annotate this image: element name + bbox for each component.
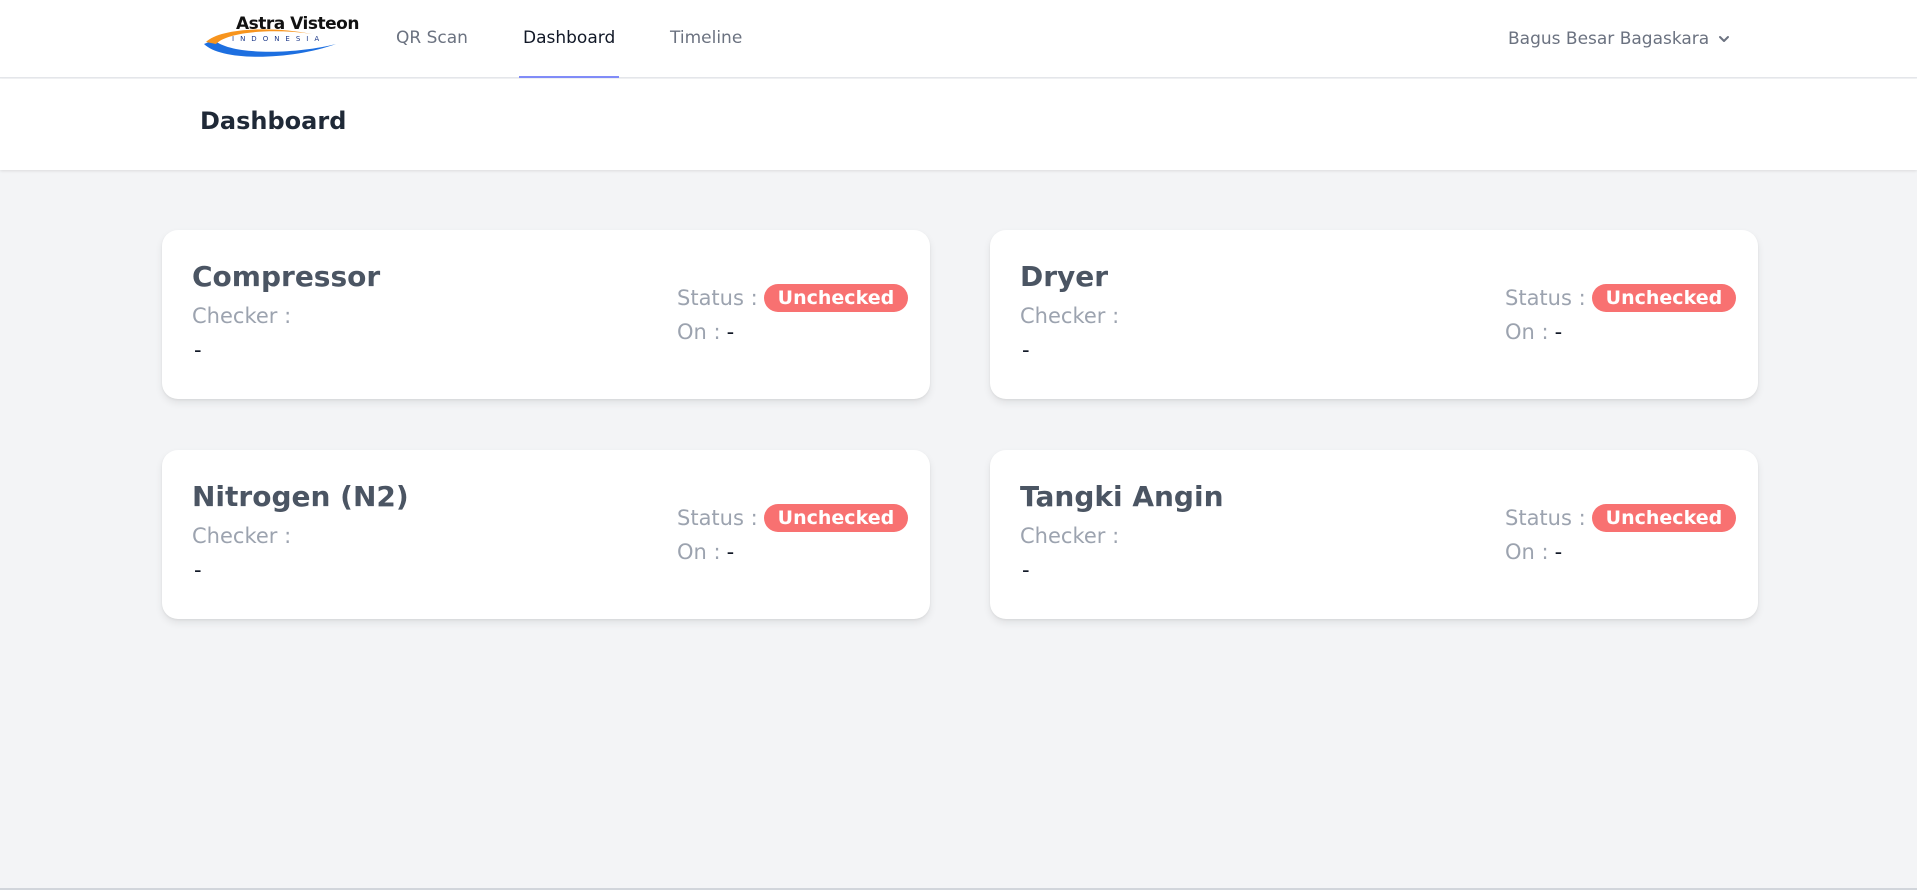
on-label: On : <box>677 320 721 344</box>
status-badge: Unchecked <box>763 504 909 532</box>
status-row: Status : Unchecked <box>677 284 909 312</box>
equipment-name: Dryer <box>1020 260 1109 293</box>
on-row: On : - <box>677 320 734 344</box>
checker-label: Checker : <box>192 524 292 548</box>
status-badge: Unchecked <box>1591 504 1737 532</box>
brand-name: Astra Visteon <box>236 14 359 34</box>
nav-qr-scan[interactable]: QR Scan <box>392 0 472 78</box>
checker-value: - <box>194 558 202 582</box>
on-label: On : <box>1505 320 1549 344</box>
status-row: Status : Unchecked <box>677 504 909 532</box>
nav-dashboard[interactable]: Dashboard <box>519 0 620 78</box>
equipment-card-compressor[interactable]: Compressor Checker : - Status : Unchecke… <box>162 230 930 399</box>
brand-subtitle: INDONESIA <box>232 35 326 43</box>
status-label: Status : <box>677 506 758 530</box>
page-header: Dashboard <box>0 79 1917 170</box>
on-value: - <box>726 320 735 344</box>
on-label: On : <box>677 540 721 564</box>
page-title: Dashboard <box>200 107 347 135</box>
chevron-down-icon <box>1719 36 1730 42</box>
status-label: Status : <box>1505 506 1586 530</box>
nav-timeline[interactable]: Timeline <box>666 0 746 78</box>
equipment-name: Nitrogen (N2) <box>192 480 409 513</box>
equipment-card-dryer[interactable]: Dryer Checker : - Status : Unchecked On … <box>990 230 1758 399</box>
status-badge: Unchecked <box>763 284 909 312</box>
checker-value: - <box>194 338 202 362</box>
checker-label: Checker : <box>1020 304 1120 328</box>
on-row: On : - <box>1505 540 1562 564</box>
on-value: - <box>1554 320 1563 344</box>
checker-label: Checker : <box>192 304 292 328</box>
status-label: Status : <box>1505 286 1586 310</box>
on-value: - <box>1554 540 1563 564</box>
status-badge: Unchecked <box>1591 284 1737 312</box>
checker-label: Checker : <box>1020 524 1120 548</box>
equipment-name: Tangki Angin <box>1020 480 1224 513</box>
checker-value: - <box>1022 338 1030 362</box>
on-label: On : <box>1505 540 1549 564</box>
on-row: On : - <box>677 540 734 564</box>
checker-value: - <box>1022 558 1030 582</box>
equipment-card-tangki-angin[interactable]: Tangki Angin Checker : - Status : Unchec… <box>990 450 1758 619</box>
equipment-card-nitrogen[interactable]: Nitrogen (N2) Checker : - Status : Unche… <box>162 450 930 619</box>
top-navbar: Astra Visteon INDONESIA QR Scan Dashboar… <box>0 0 1917 78</box>
on-value: - <box>726 540 735 564</box>
status-row: Status : Unchecked <box>1505 504 1737 532</box>
user-menu-dropdown[interactable]: Bagus Besar Bagaskara <box>1508 0 1731 78</box>
equipment-name: Compressor <box>192 260 381 293</box>
astra-visteon-logo[interactable]: Astra Visteon INDONESIA <box>202 14 359 60</box>
status-label: Status : <box>677 286 758 310</box>
user-name: Bagus Besar Bagaskara <box>1508 29 1710 49</box>
on-row: On : - <box>1505 320 1562 344</box>
status-row: Status : Unchecked <box>1505 284 1737 312</box>
